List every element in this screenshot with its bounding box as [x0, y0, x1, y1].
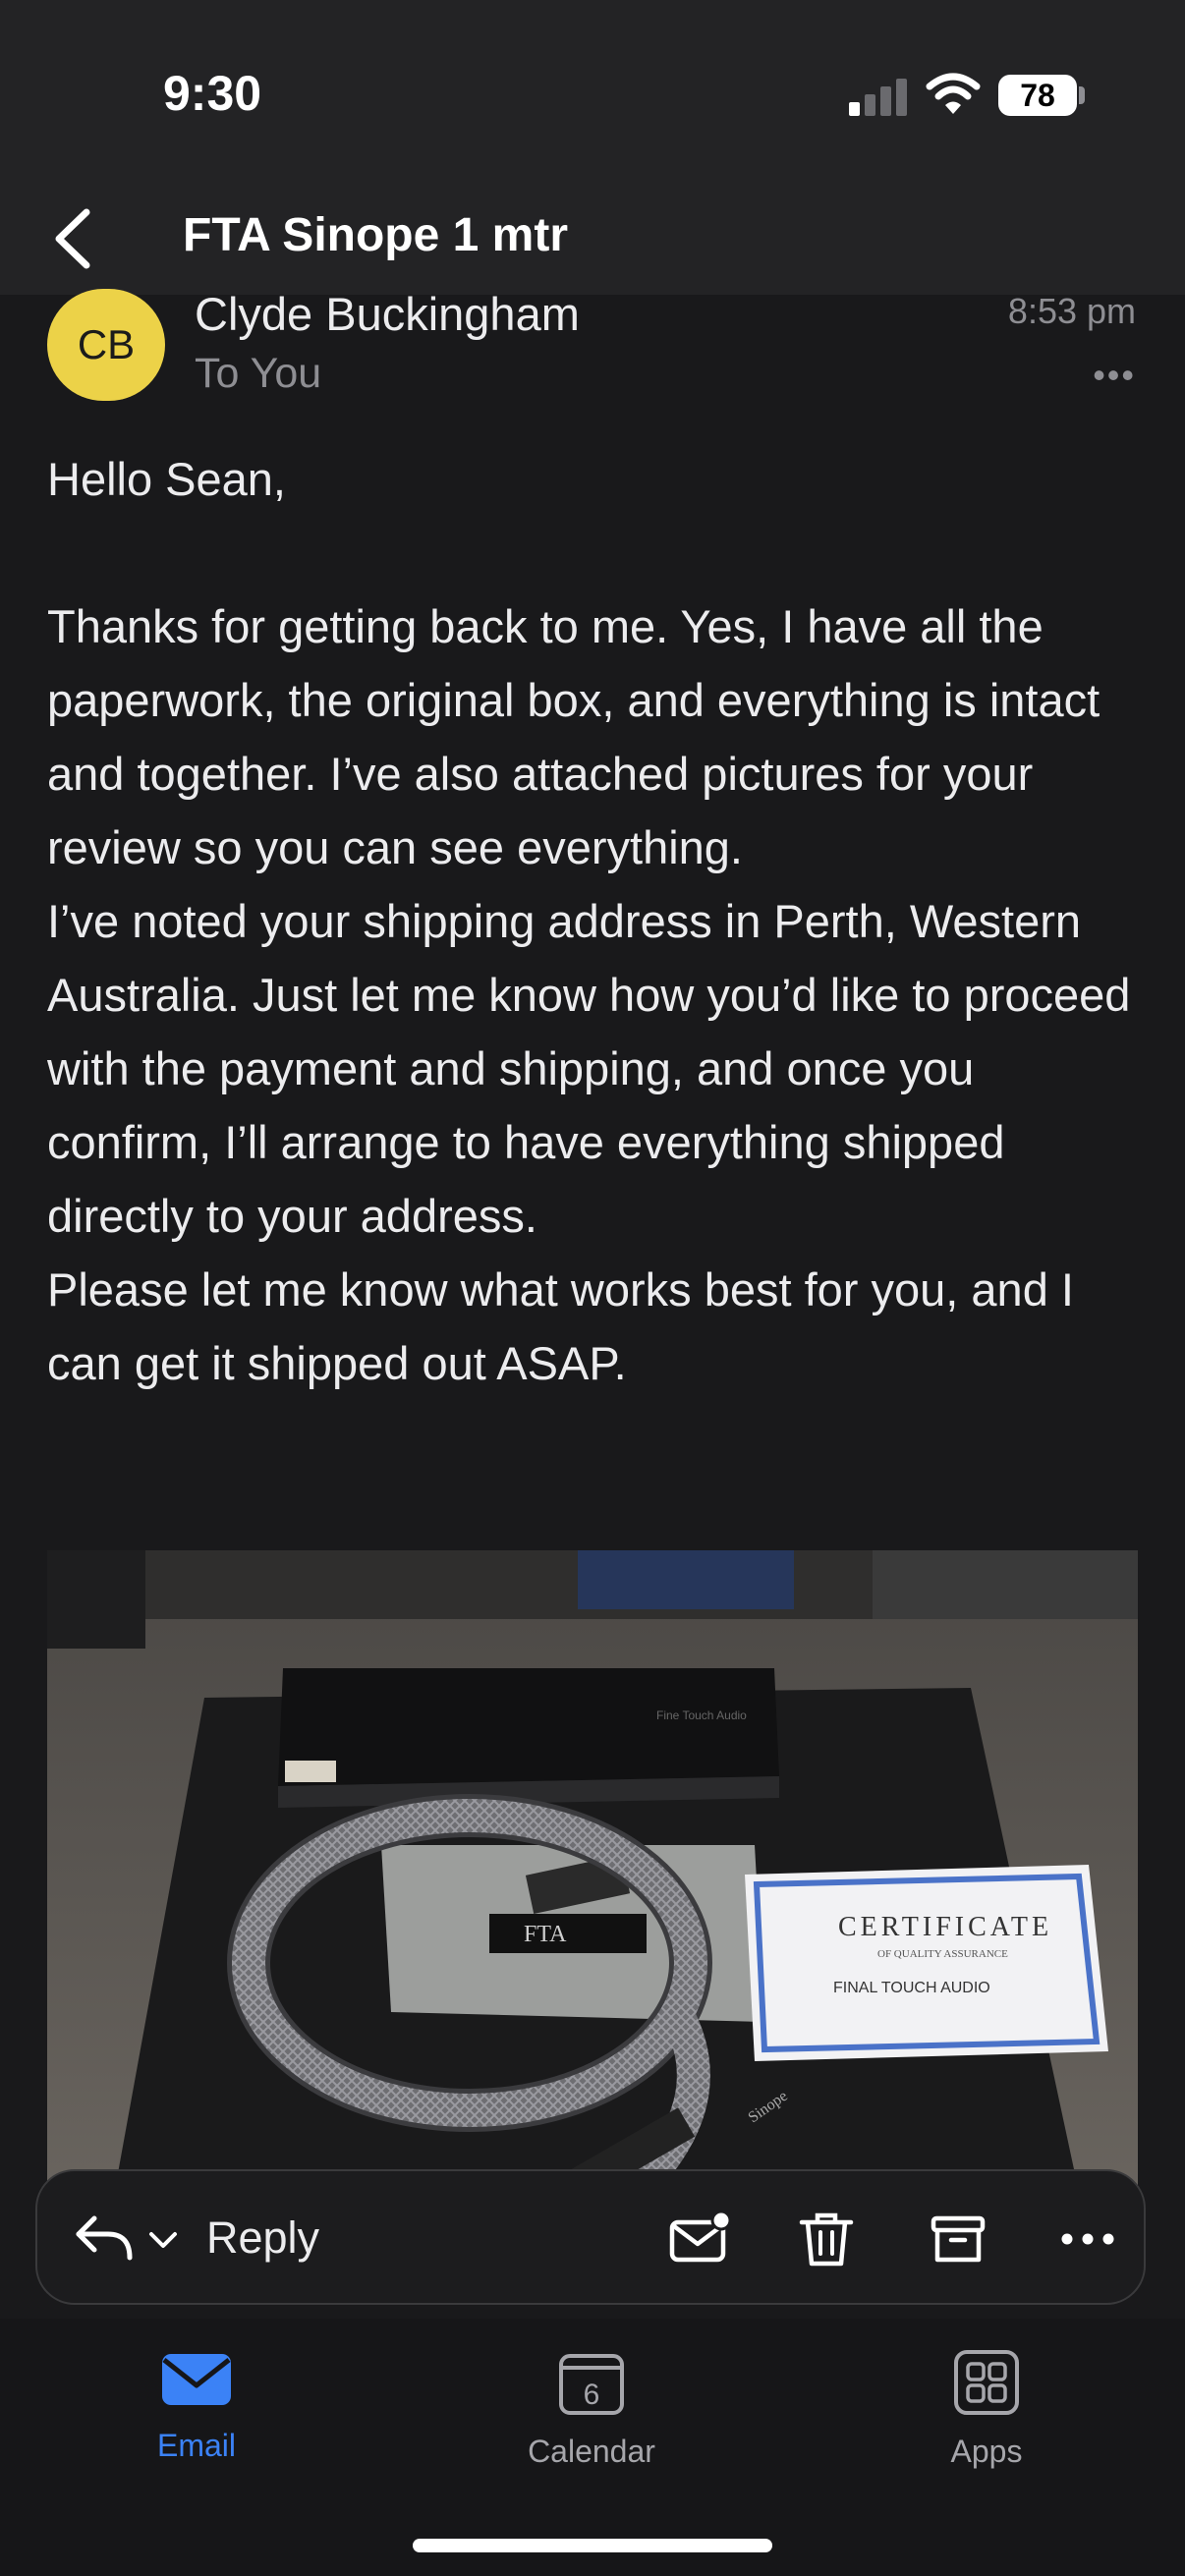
reply-toolbar: Reply [35, 2169, 1146, 2305]
tab-label-calendar: Calendar [528, 2434, 655, 2469]
email-header: FTA Sinope 1 mtr [0, 187, 1185, 295]
sender-name[interactable]: Clyde Buckingham [195, 287, 580, 341]
photo-illustration: Fine Touch Audio FTA CERTIFICATE OF QUAL… [47, 1550, 1138, 2238]
status-bar: 9:30 78 [0, 0, 1185, 187]
cellular-signal-icon [849, 77, 908, 116]
more-icon[interactable] [1055, 2207, 1120, 2271]
body-paragraph: I’ve noted your shipping address in Pert… [47, 895, 1131, 1242]
archive-icon[interactable] [926, 2207, 990, 2271]
attached-photo[interactable]: Fine Touch Audio FTA CERTIFICATE OF QUAL… [47, 1550, 1138, 2238]
fta-tag-text: FTA [524, 1922, 567, 1947]
back-chevron-icon[interactable] [49, 206, 96, 271]
recipient-line[interactable]: To You [195, 350, 321, 398]
tab-calendar[interactable]: 6 Calendar [474, 2348, 709, 2470]
fta-tag [489, 1914, 647, 1953]
calendar-icon: 6 [559, 2354, 624, 2415]
box-label [285, 1761, 336, 1782]
sent-time: 8:53 pm [1007, 291, 1136, 331]
battery-nub [1079, 86, 1085, 104]
wifi-icon [926, 73, 981, 114]
body-paragraph: Please let me know what works best for y… [47, 1263, 1074, 1389]
certificate-brand: FINAL TOUCH AUDIO [833, 1980, 990, 1996]
email-subject: FTA Sinope 1 mtr [183, 209, 569, 261]
mark-unread-icon[interactable] [666, 2207, 731, 2271]
reply-icon[interactable] [73, 2212, 134, 2266]
trash-icon[interactable] [794, 2207, 859, 2271]
email-body: Thanks for getting back to me. Yes, I ha… [47, 589, 1148, 1400]
apps-grid-icon [954, 2350, 1019, 2415]
sender-avatar[interactable]: CB [47, 289, 165, 401]
tab-bar: Email 6 Calendar Apps [0, 2319, 1185, 2576]
calendar-date: 6 [584, 2379, 600, 2411]
tab-label-email: Email [156, 2428, 236, 2463]
status-time: 9:30 [163, 66, 262, 121]
email-greeting: Hello Sean, [47, 453, 286, 505]
home-indicator[interactable] [413, 2539, 772, 2552]
certificate-subtitle: OF QUALITY ASSURANCE [877, 1948, 1008, 1960]
tab-email[interactable]: Email [79, 2348, 314, 2464]
certificate-title: CERTIFICATE [838, 1912, 1052, 1942]
message-more-icon[interactable]: ••• [1093, 358, 1136, 393]
chevron-down-icon[interactable] [147, 2226, 179, 2254]
battery-indicator: 78 [998, 75, 1077, 116]
body-paragraph: Thanks for getting back to me. Yes, I ha… [47, 600, 1100, 873]
tab-label-apps: Apps [950, 2434, 1023, 2469]
reply-button[interactable]: Reply [206, 2212, 319, 2264]
mail-icon [162, 2354, 231, 2405]
box-brand-text: Fine Touch Audio [656, 1708, 747, 1722]
tab-apps[interactable]: Apps [869, 2348, 1104, 2470]
